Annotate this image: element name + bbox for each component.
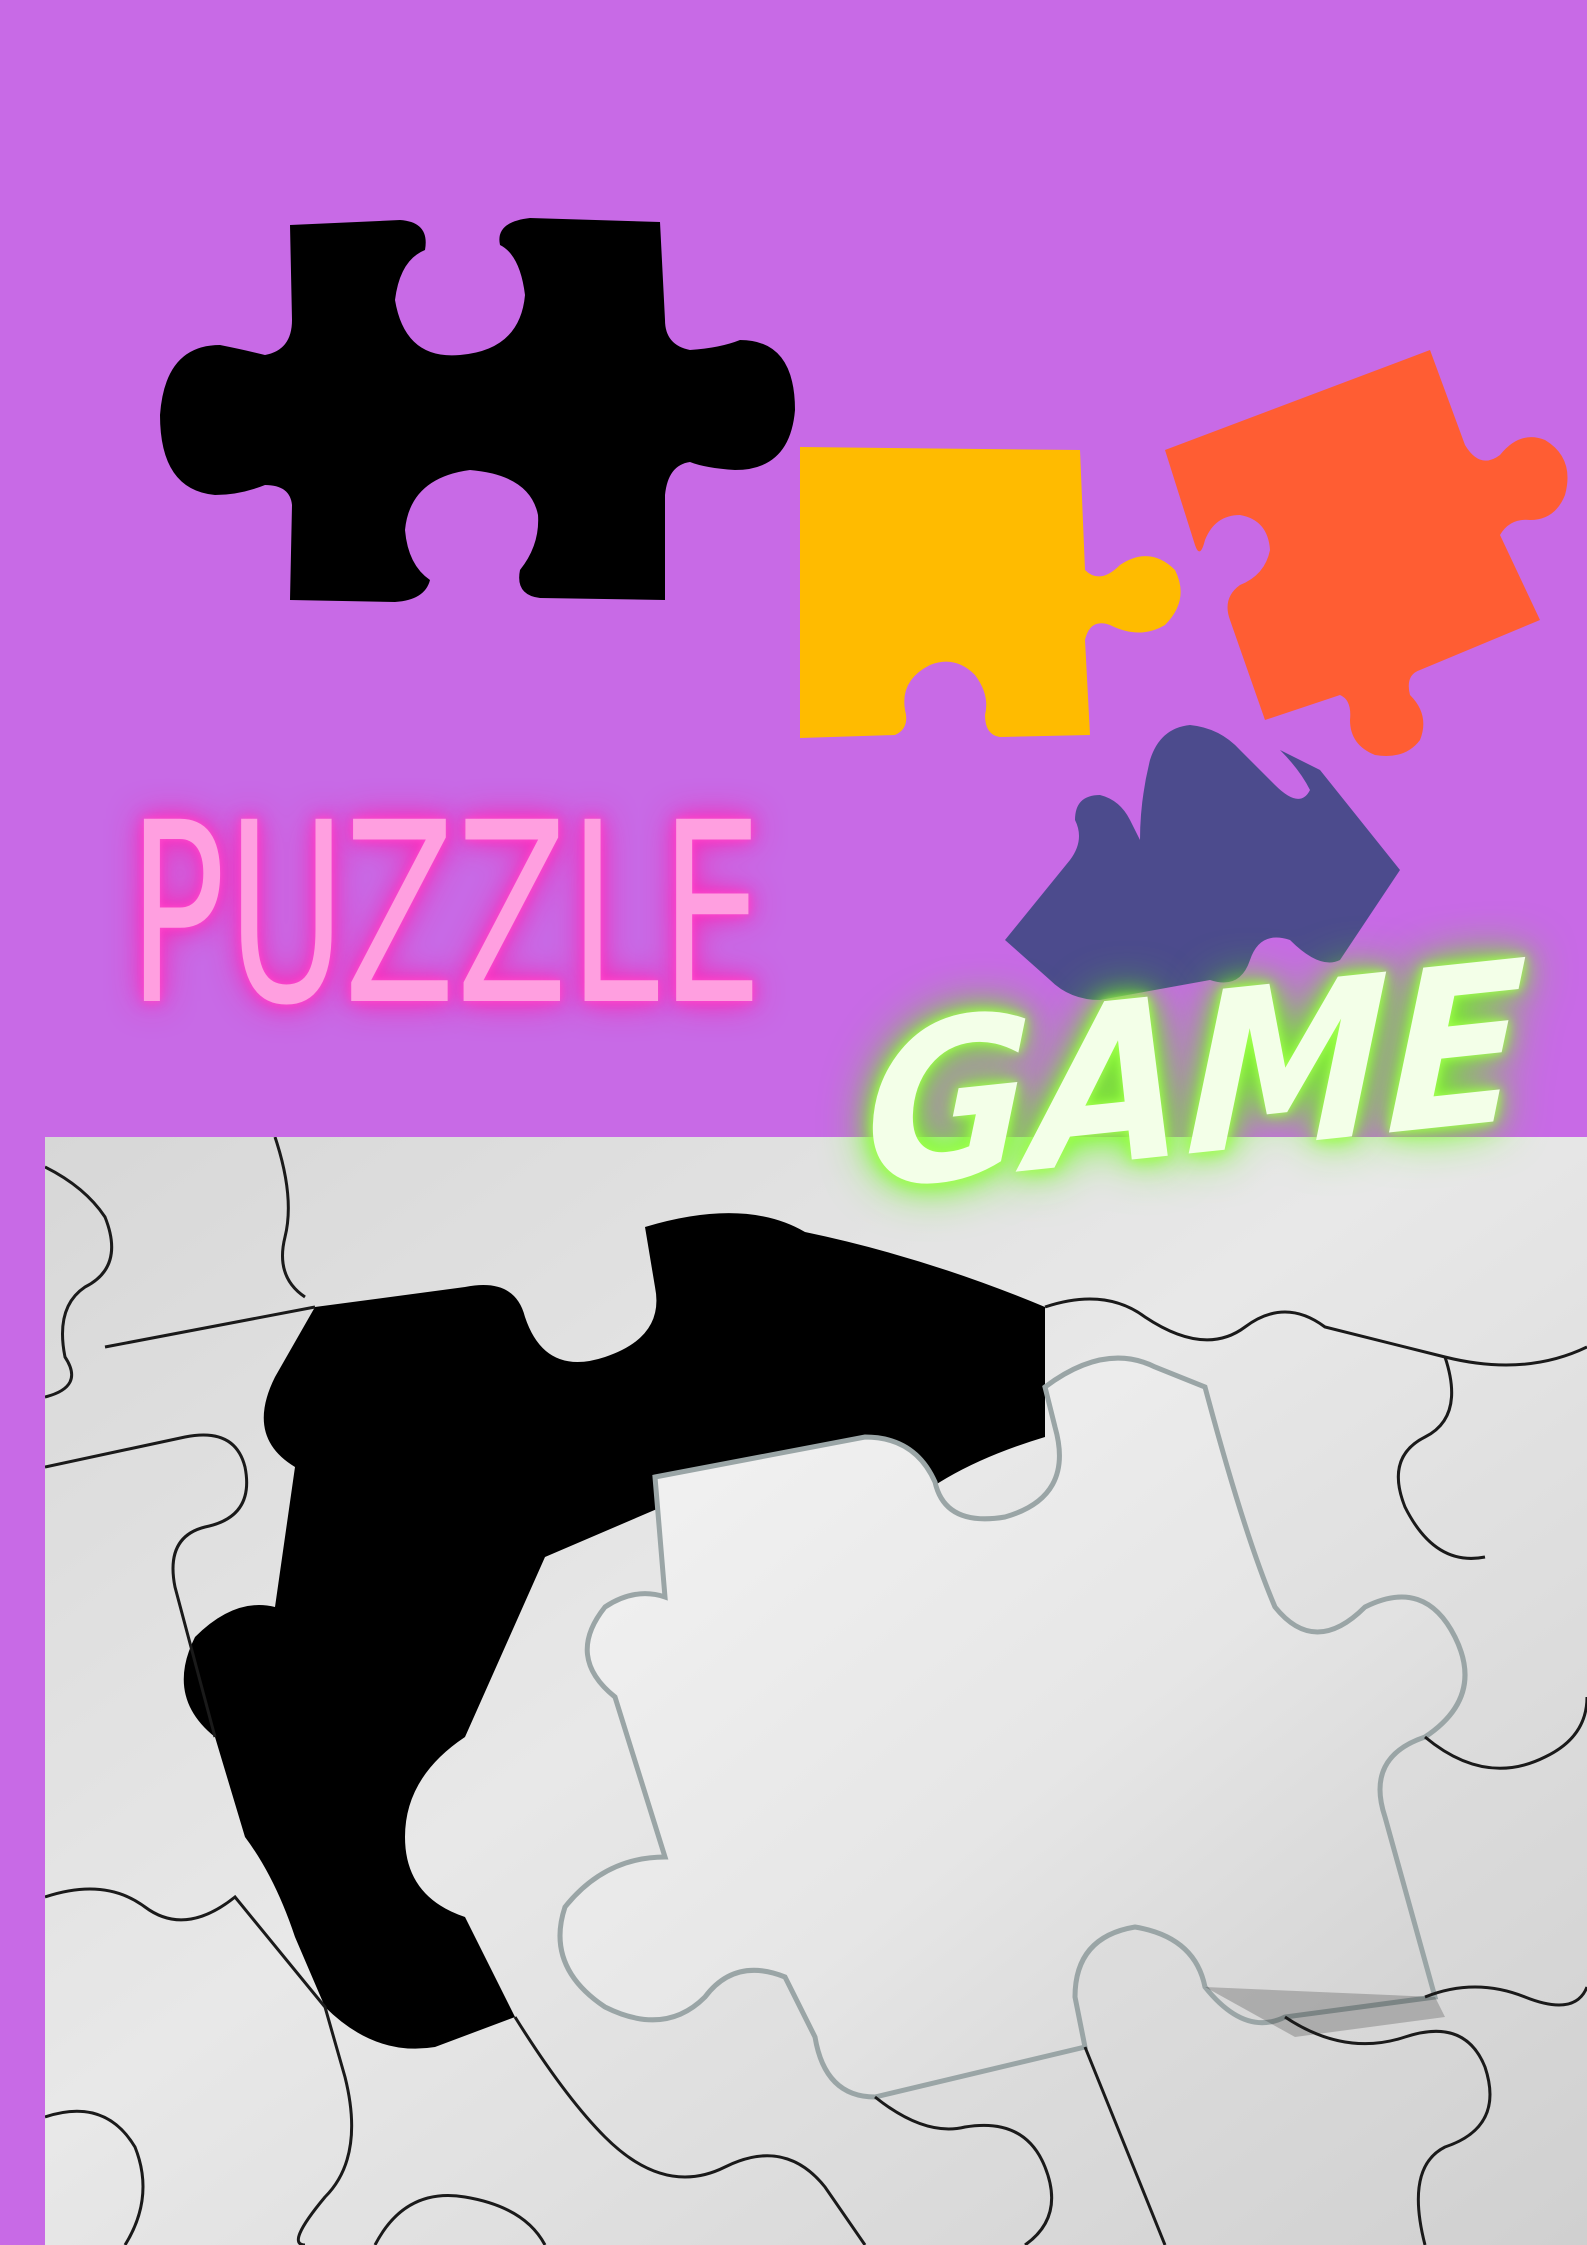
poster: PUZZLE GAME xyxy=(0,0,1587,2245)
title-puzzle: PUZZLE xyxy=(128,769,765,1060)
title-game: GAME xyxy=(861,912,1530,1241)
poster-titles: PUZZLE GAME xyxy=(0,0,1587,1400)
